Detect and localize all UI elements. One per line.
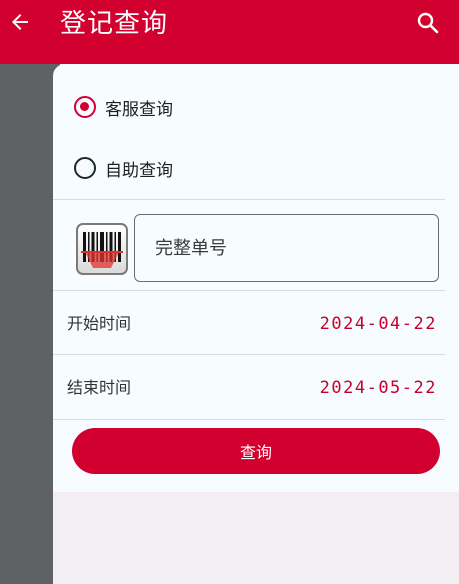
order-number-input[interactable] [153,236,438,260]
end-time-label: 结束时间 [67,378,132,397]
start-time-label: 开始时间 [67,314,132,333]
radio-label: 客服查询 [105,99,173,120]
radio-option-self-service[interactable]: 自助查询 [74,153,173,183]
scan-button[interactable] [75,222,129,276]
query-button[interactable]: 查询 [72,428,440,474]
start-date-value[interactable]: 2024-04-22 [320,314,437,334]
radio-label: 自助查询 [105,160,173,181]
page-title: 登记查询 [60,9,169,39]
app-bar: 登记查询 [0,0,459,64]
order-number-field[interactable] [134,214,439,282]
radio-button-unchecked[interactable] [74,157,96,179]
back-button[interactable] [6,8,34,36]
background-area [53,492,459,584]
radio-option-customer-service[interactable]: 客服查询 [74,92,173,122]
search-button[interactable] [415,10,441,36]
barcode-scan-icon [76,223,128,275]
divider [53,419,445,420]
query-card: 客服查询 自助查询 完整单号 开始时间 2024-04-22 结束时间 2024… [53,64,459,492]
divider [53,354,445,355]
arrow-left-icon [12,14,28,30]
end-date-value[interactable]: 2024-05-22 [320,378,437,398]
divider [53,290,445,291]
radio-button-checked[interactable] [74,96,96,118]
side-scrim [0,64,60,584]
divider [53,199,445,200]
search-icon [417,12,439,34]
